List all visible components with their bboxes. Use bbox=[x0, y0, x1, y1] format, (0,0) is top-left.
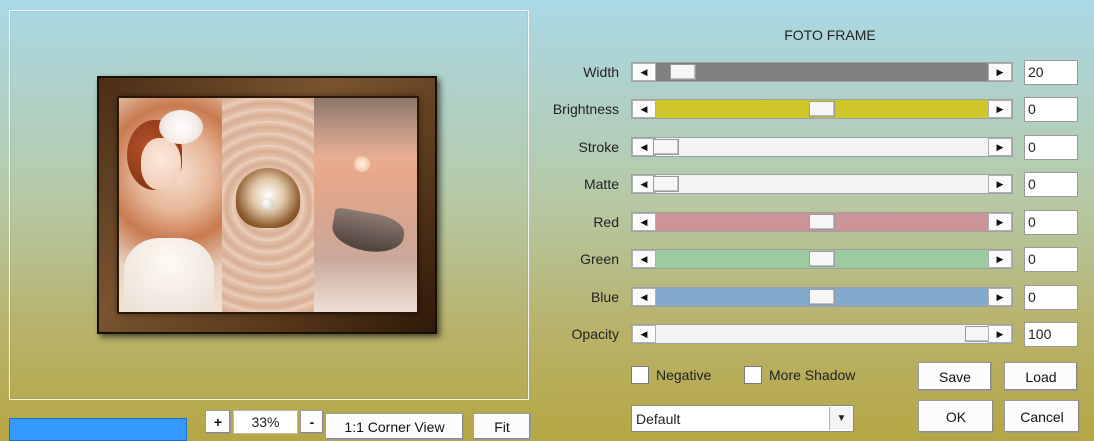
slider-label-stroke: Stroke bbox=[578, 139, 619, 155]
value-field-red[interactable]: 0 bbox=[1024, 210, 1078, 235]
arrow-right-icon[interactable]: ▶ bbox=[988, 138, 1012, 156]
arrow-right-icon[interactable]: ▶ bbox=[988, 100, 1012, 118]
slider-thumb-width[interactable] bbox=[669, 64, 696, 80]
slider-thumb-matte[interactable] bbox=[652, 176, 679, 192]
cancel-button[interactable]: Cancel bbox=[1004, 400, 1080, 433]
slider-thumb-brightness[interactable] bbox=[809, 101, 835, 117]
dress-shape bbox=[124, 238, 214, 312]
save-button[interactable]: Save bbox=[918, 362, 992, 391]
zoom-in-button[interactable]: + bbox=[205, 410, 231, 434]
collage-panel-shell bbox=[222, 98, 314, 312]
progress-bar bbox=[9, 418, 187, 441]
slider-track-stroke[interactable] bbox=[652, 138, 988, 156]
slider-label-blue: Blue bbox=[590, 289, 619, 305]
value-field-green[interactable]: 0 bbox=[1024, 247, 1078, 272]
photo-collage bbox=[119, 98, 417, 312]
slider-thumb-stroke[interactable] bbox=[652, 139, 679, 155]
slider-track-brightness[interactable] bbox=[656, 100, 988, 118]
slider-track-matte[interactable] bbox=[652, 175, 988, 193]
arrow-left-icon[interactable]: ◀ bbox=[632, 288, 656, 306]
arrow-left-icon[interactable]: ◀ bbox=[632, 213, 656, 231]
arrow-right-icon[interactable]: ▶ bbox=[988, 175, 1012, 193]
face-shape bbox=[141, 138, 181, 190]
zoom-out-button[interactable]: - bbox=[300, 410, 324, 434]
ok-button[interactable]: OK bbox=[918, 400, 994, 433]
chevron-down-icon[interactable]: ▼ bbox=[829, 407, 853, 430]
arrow-right-icon[interactable]: ▶ bbox=[988, 213, 1012, 231]
slider-matte[interactable]: ◀ ▶ bbox=[631, 174, 1013, 194]
negative-label: Negative bbox=[656, 367, 712, 383]
slider-opacity[interactable]: ◀ ▶ bbox=[631, 324, 1013, 344]
sun-shape bbox=[354, 156, 370, 172]
framed-photo-preview bbox=[97, 76, 437, 334]
collage-panel-woman bbox=[119, 98, 222, 312]
slider-stroke[interactable]: ◀ ▶ bbox=[631, 137, 1013, 157]
slider-red[interactable]: ◀ ▶ bbox=[631, 212, 1013, 232]
pearl-shape bbox=[262, 198, 274, 210]
zoom-level-display: 33% bbox=[233, 410, 298, 434]
slider-track-opacity[interactable] bbox=[656, 325, 992, 343]
slider-track-blue[interactable] bbox=[656, 288, 988, 306]
slider-label-matte: Matte bbox=[583, 176, 619, 192]
slider-brightness[interactable]: ◀ ▶ bbox=[631, 99, 1013, 119]
collage-panel-sunset bbox=[314, 98, 417, 312]
slider-label-red: Red bbox=[593, 214, 619, 230]
arrow-right-icon[interactable]: ▶ bbox=[988, 250, 1012, 268]
preview-pane[interactable] bbox=[9, 10, 529, 400]
slider-thumb-red[interactable] bbox=[809, 214, 835, 230]
slider-thumb-green[interactable] bbox=[809, 251, 835, 267]
slider-label-opacity: Opacity bbox=[571, 326, 619, 342]
arrow-right-icon[interactable]: ▶ bbox=[988, 63, 1012, 81]
fit-button[interactable]: Fit bbox=[473, 413, 531, 440]
flower-shape bbox=[159, 110, 203, 144]
preset-value: Default bbox=[636, 410, 681, 427]
arrow-left-icon[interactable]: ◀ bbox=[632, 325, 656, 343]
panel-title: FOTO FRAME bbox=[784, 27, 876, 43]
value-field-brightness[interactable]: 0 bbox=[1024, 97, 1078, 122]
value-field-blue[interactable]: 0 bbox=[1024, 285, 1078, 310]
more-shadow-label: More Shadow bbox=[769, 367, 856, 383]
branches-shape bbox=[314, 98, 417, 158]
corner-view-button[interactable]: 1:1 Corner View bbox=[325, 413, 464, 440]
arrow-right-icon[interactable]: ▶ bbox=[988, 325, 1012, 343]
slider-thumb-blue[interactable] bbox=[809, 289, 835, 305]
value-field-opacity[interactable]: 100 bbox=[1024, 322, 1078, 347]
slider-green[interactable]: ◀ ▶ bbox=[631, 249, 1013, 269]
slider-track-green[interactable] bbox=[656, 250, 988, 268]
seashell-shape bbox=[236, 168, 300, 228]
load-button[interactable]: Load bbox=[1004, 362, 1078, 391]
boat-shape bbox=[329, 207, 407, 257]
value-field-width[interactable]: 20 bbox=[1024, 60, 1078, 85]
negative-checkbox[interactable] bbox=[631, 366, 649, 384]
arrow-left-icon[interactable]: ◀ bbox=[632, 100, 656, 118]
arrow-left-icon[interactable]: ◀ bbox=[632, 63, 656, 81]
arrow-left-icon[interactable]: ◀ bbox=[632, 250, 656, 268]
slider-label-green: Green bbox=[580, 251, 619, 267]
slider-blue[interactable]: ◀ ▶ bbox=[631, 287, 1013, 307]
arrow-right-icon[interactable]: ▶ bbox=[988, 288, 1012, 306]
slider-track-red[interactable] bbox=[656, 213, 988, 231]
preset-dropdown[interactable]: Default ▼ bbox=[631, 405, 854, 432]
slider-label-width: Width bbox=[583, 64, 619, 80]
value-field-stroke[interactable]: 0 bbox=[1024, 135, 1078, 160]
slider-width[interactable]: ◀ ▶ bbox=[631, 62, 1013, 82]
slider-track-width[interactable] bbox=[656, 63, 988, 81]
slider-label-brightness: Brightness bbox=[552, 101, 619, 117]
value-field-matte[interactable]: 0 bbox=[1024, 172, 1078, 197]
more-shadow-checkbox[interactable] bbox=[744, 366, 762, 384]
zoom-level-text: 33% bbox=[251, 414, 280, 430]
